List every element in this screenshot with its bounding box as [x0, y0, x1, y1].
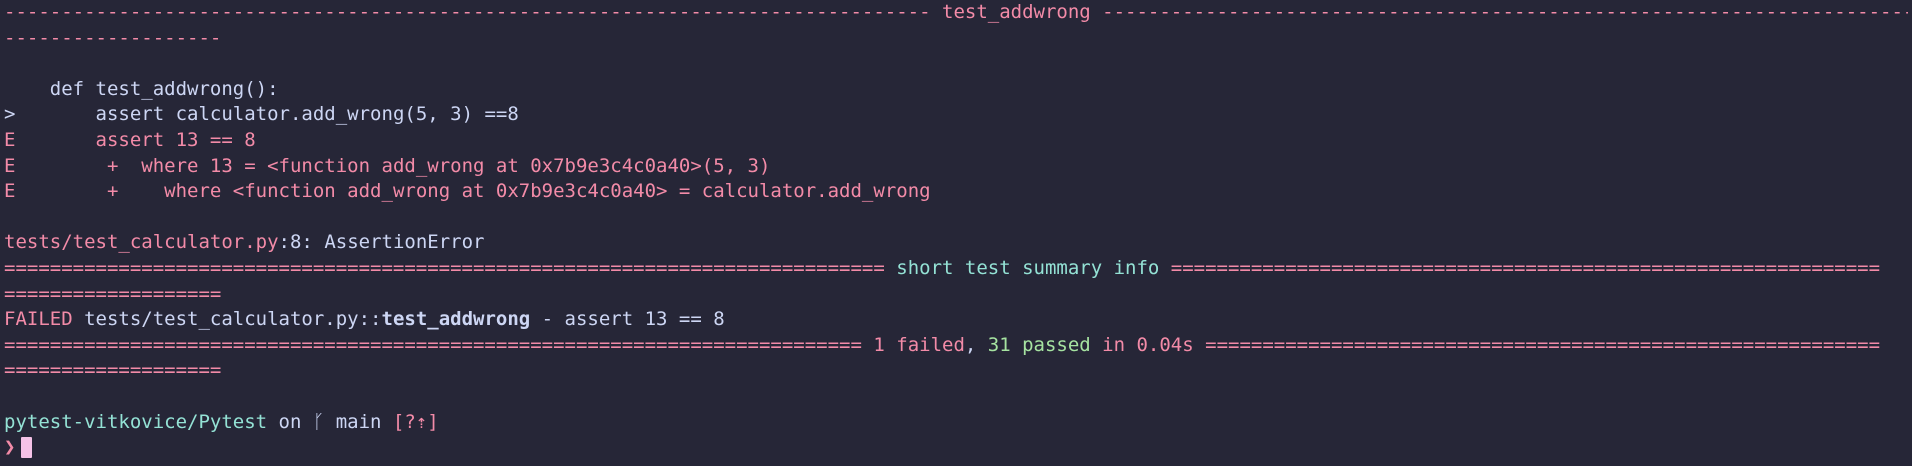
failed-test-path[interactable]: tests/test_calculator.py:: [73, 308, 381, 330]
error-line: E assert 13 == 8 [4, 128, 1908, 154]
current-directory: pytest-vitkovice/Pytest [4, 410, 268, 433]
failed-test-function[interactable]: test_addwrong [382, 308, 531, 330]
summary-header: ========================================… [4, 256, 1908, 282]
current-line-arrow: > [4, 103, 16, 126]
assert-text: assert calculator.add_wrong(5, 3) ==8 [15, 103, 519, 126]
failed-test-line: FAILED tests/test_calculator.py::test_ad… [4, 307, 1908, 333]
passed-count: 31 passed [987, 333, 1091, 356]
summary-title: short test summary info [896, 256, 1160, 279]
error-prefix: E [4, 154, 16, 177]
results-line-wrap: =================== [4, 358, 1908, 384]
prompt-on-text: on [267, 410, 313, 433]
terminal[interactable]: ----------------------------------------… [0, 0, 1912, 461]
section-header: ----------------------------------------… [4, 0, 1908, 26]
error-line-number: :8: [278, 231, 313, 254]
error-prefix: E [4, 180, 16, 203]
header-dashes-left: ----------------------------------------… [4, 1, 942, 23]
failed-test-name: test_addwrong [942, 1, 1091, 23]
results-eq-left: ========================================… [4, 333, 874, 356]
summary-eq-wrap: =================== [4, 282, 222, 305]
shell-input-line[interactable]: ❯ [4, 435, 1908, 461]
section-header-wrap: ------------------- [4, 26, 1908, 52]
text-cursor[interactable] [21, 437, 33, 459]
failed-status: FAILED [4, 308, 73, 331]
code-assert-line: > assert calculator.add_wrong(5, 3) ==8 [4, 102, 1908, 128]
def-text: def test_addwrong(): [4, 77, 279, 100]
summary-header-wrap: =================== [4, 282, 1908, 308]
results-eq-right: ========================================… [1193, 333, 1881, 356]
error-line: E + where 13 = <function add_wrong at 0x… [4, 154, 1908, 180]
git-branch-icon: ᚴ [312, 410, 325, 433]
error-text: assert 13 == 8 [15, 128, 256, 151]
git-status: [?⇡] [381, 410, 439, 433]
error-line: E + where <function add_wrong at 0x7b9e3… [4, 179, 1908, 205]
git-branch-name: main [324, 410, 382, 433]
results-eq-wrap: =================== [4, 359, 222, 382]
error-prefix: E [4, 128, 16, 151]
error-type: AssertionError [312, 231, 485, 254]
summary-eq-right: ========================================… [1159, 256, 1881, 279]
shell-prompt-info: pytest-vitkovice/Pytest on ᚴ main [?⇡] [4, 410, 1908, 436]
failed-test-message: - assert 13 == 8 [530, 308, 725, 331]
error-location: tests/test_calculator.py:8: AssertionErr… [4, 230, 1908, 256]
error-file-path[interactable]: tests/test_calculator.py [4, 231, 279, 253]
results-time: in 0.04s [1090, 333, 1194, 356]
header-dashes-right: ----------------------------------------… [1102, 1, 1908, 23]
failed-count: 1 failed [873, 333, 965, 356]
prompt-chevron-icon: ❯ [4, 436, 16, 459]
error-text: + where 13 = <function add_wrong at 0x7b… [15, 154, 771, 177]
results-line: ========================================… [4, 333, 1908, 359]
results-comma: , [964, 333, 988, 356]
code-def-line: def test_addwrong(): [4, 77, 1908, 103]
error-text: + where <function add_wrong at 0x7b9e3c4… [15, 180, 931, 203]
header-dashes-wrap: ------------------- [4, 26, 222, 49]
summary-eq-left: ========================================… [4, 256, 897, 279]
